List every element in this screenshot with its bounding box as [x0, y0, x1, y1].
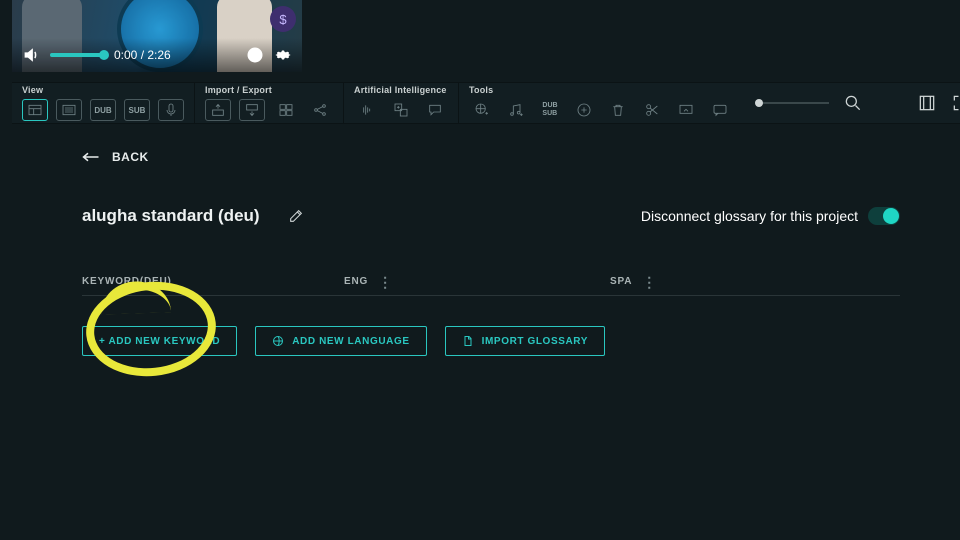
import-sub-icon[interactable] — [205, 99, 231, 121]
toolbar-group-tools: Tools DUBSUB — [459, 83, 743, 123]
import-glossary-button[interactable]: IMPORT GLOSSARY — [445, 326, 605, 356]
panels-icon[interactable] — [273, 99, 299, 121]
back-label: BACK — [112, 150, 149, 164]
video-controls: 0:00 / 2:26 — [12, 38, 302, 72]
volume-slider[interactable] — [50, 53, 104, 57]
view-list-icon[interactable] — [56, 99, 82, 121]
zoom-slider[interactable] — [759, 102, 829, 104]
fullscreen-icon[interactable] — [951, 93, 960, 113]
view-sub-icon[interactable]: SUB — [124, 99, 150, 121]
tool-plus-circle-icon[interactable] — [571, 99, 597, 121]
toolbar-group-view: View DUB SUB — [12, 83, 195, 123]
import-glossary-label: IMPORT GLOSSARY — [482, 336, 588, 347]
column-eng: ENG ⋮ — [344, 276, 610, 287]
glossary-panel: BACK alugha standard (deu) Disconnect gl… — [82, 150, 900, 356]
edit-icon[interactable] — [288, 208, 304, 224]
add-language-button[interactable]: ADD NEW LANGUAGE — [255, 326, 426, 356]
disconnect-label: Disconnect glossary for this project — [641, 208, 858, 224]
export-sub-icon[interactable] — [239, 99, 265, 121]
glossary-actions: + ADD NEW KEYWORD ADD NEW LANGUAGE IMPOR… — [82, 326, 900, 356]
column-eng-label: ENG — [344, 276, 368, 287]
column-keyword: KEYWORD(DEU) — [82, 276, 344, 287]
add-language-label: ADD NEW LANGUAGE — [292, 336, 409, 347]
view-layout-icon[interactable] — [22, 99, 48, 121]
glossary-columns: KEYWORD(DEU) ENG ⋮ SPA ⋮ — [82, 276, 900, 296]
share-icon[interactable] — [307, 99, 333, 121]
toolbar-group-import-export: Import / Export — [195, 83, 344, 123]
gear-icon[interactable] — [274, 46, 292, 64]
volume-icon[interactable] — [22, 46, 40, 64]
tool-globe-plus-icon[interactable] — [469, 99, 495, 121]
add-keyword-button[interactable]: + ADD NEW KEYWORD — [82, 326, 237, 356]
coin-icon: $ — [270, 6, 296, 32]
timeline-icon[interactable] — [917, 93, 937, 113]
column-spa-label: SPA — [610, 276, 632, 287]
toolbar-label-ie: Import / Export — [205, 85, 333, 95]
column-spa: SPA ⋮ — [610, 276, 657, 287]
ai-wave-icon[interactable] — [354, 99, 380, 121]
add-keyword-label: + ADD NEW KEYWORD — [99, 336, 220, 347]
toolbar-label-view: View — [22, 85, 184, 95]
video-player[interactable]: $ 0:00 / 2:26 — [12, 0, 302, 72]
globe-icon[interactable] — [246, 46, 264, 64]
back-button[interactable]: BACK — [82, 150, 149, 164]
ai-speech-icon[interactable] — [422, 99, 448, 121]
tool-chat-icon[interactable] — [707, 99, 733, 121]
search-icon[interactable] — [843, 93, 863, 113]
column-eng-menu-icon[interactable]: ⋮ — [378, 278, 393, 286]
tool-trash-icon[interactable] — [605, 99, 631, 121]
tool-screen-icon[interactable] — [673, 99, 699, 121]
ai-translate-icon[interactable] — [388, 99, 414, 121]
tool-dubsub-icon[interactable]: DUBSUB — [537, 99, 563, 121]
column-spa-menu-icon[interactable]: ⋮ — [642, 278, 657, 286]
disconnect-toggle[interactable] — [868, 207, 900, 225]
toolbar-right — [743, 83, 960, 123]
video-time: 0:00 / 2:26 — [114, 48, 171, 62]
main-toolbar: View DUB SUB Import / Export Artificial … — [12, 82, 960, 124]
disconnect-toggle-row: Disconnect glossary for this project — [641, 207, 900, 225]
tool-music-plus-icon[interactable] — [503, 99, 529, 121]
tool-cut-icon[interactable] — [639, 99, 665, 121]
view-mic-icon[interactable] — [158, 99, 184, 121]
toolbar-label-ai: Artificial Intelligence — [354, 85, 448, 95]
toolbar-group-ai: Artificial Intelligence — [344, 83, 459, 123]
glossary-title: alugha standard (deu) — [82, 206, 260, 226]
view-dub-icon[interactable]: DUB — [90, 99, 116, 121]
toolbar-label-tools: Tools — [469, 85, 733, 95]
glossary-title-row: alugha standard (deu) Disconnect glossar… — [82, 206, 900, 226]
